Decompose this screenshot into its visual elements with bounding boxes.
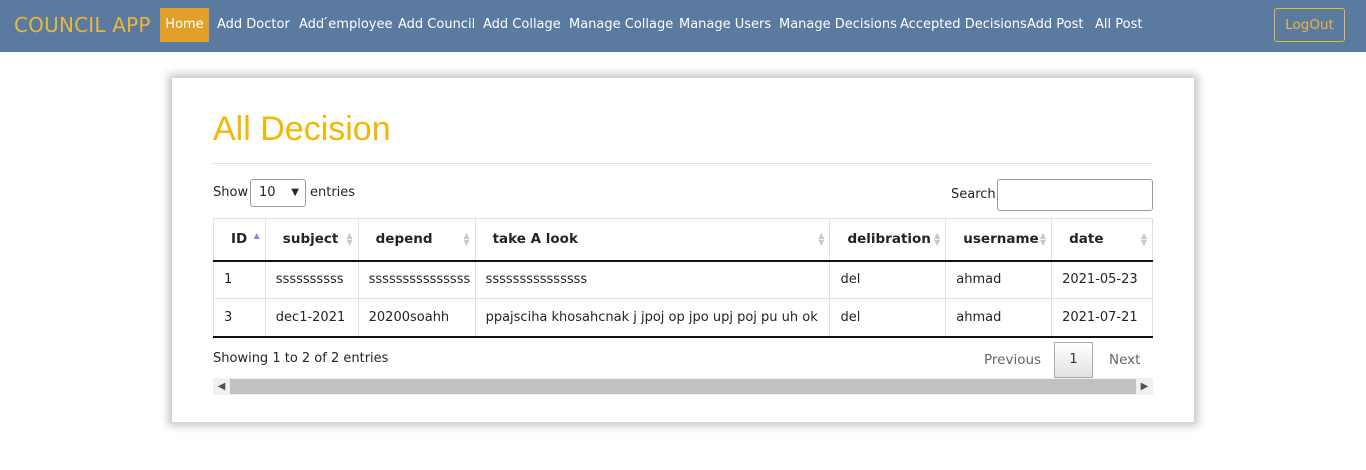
search-input[interactable] [997, 179, 1153, 211]
table-row: 1 ssssssssss sssssssssssssss sssssssssss… [213, 260, 1153, 299]
column-header-take-a-look[interactable]: take A look ▲ ▼ [474, 218, 831, 262]
cell-delibration: del [829, 298, 947, 338]
chevron-down-icon: ▼ [291, 187, 299, 198]
cell-depend: sssssssssssssss [357, 260, 476, 299]
nav-manage-collage[interactable]: Manage Collage [562, 8, 680, 42]
decisions-card: All Decision Show 10 ▼ entries Search: I… [172, 78, 1194, 422]
column-header-label: subject [282, 231, 339, 248]
nav-add-council[interactable]: Add Council [391, 8, 482, 42]
column-header-delibration[interactable]: delibration ▲ ▼ [829, 218, 947, 262]
search-label: Search: [951, 187, 1001, 202]
table-row: 3 dec1-2021 20200soahh ppajsciha khosahc… [213, 298, 1153, 338]
nav-add-doctor[interactable]: Add Doctor [210, 8, 297, 42]
cell-date: 2021-07-21 [1051, 298, 1153, 338]
column-header-subject[interactable]: subject ▲ ▼ [264, 218, 359, 262]
column-header-date[interactable]: date ▲ ▼ [1051, 218, 1153, 262]
logout-button[interactable]: LogOut [1274, 8, 1345, 42]
nav-manage-decisions[interactable]: Manage Decisions [772, 8, 904, 42]
cell-username: ahmad [945, 260, 1053, 299]
cell-delibration: del [829, 260, 947, 299]
cell-depend: 20200soahh [357, 298, 476, 338]
next-page-button[interactable]: Next [1109, 352, 1140, 368]
column-header-label: take A look [492, 231, 578, 248]
sort-icon: ▲ ▼ [1039, 231, 1047, 247]
sort-icon: ▲ ▼ [818, 231, 825, 247]
sort-asc-icon: ▲ [253, 231, 260, 240]
nav-accepted-decisions[interactable]: Accepted Decisions [893, 8, 1034, 42]
decisions-table: ID ▲ subject ▲ ▼ depend ▲ ▼ take A look ▲ ▼ del… [213, 218, 1153, 338]
horizontal-scrollbar[interactable]: ◀ ▶ [213, 378, 1153, 395]
sort-icon: ▲ ▼ [463, 231, 470, 247]
column-header-depend[interactable]: depend ▲ ▼ [357, 218, 476, 262]
nav-all-post[interactable]: All Post [1088, 8, 1149, 42]
scroll-left-icon[interactable]: ◀ [213, 378, 230, 395]
table-header-row: ID ▲ subject ▲ ▼ depend ▲ ▼ take A look ▲ ▼ del… [213, 218, 1153, 262]
column-header-label: depend [375, 231, 433, 248]
sort-icon: ▲ ▼ [1140, 231, 1147, 247]
entries-label: entries [310, 185, 356, 200]
nav-add-employee[interactable]: Add ́employee [292, 8, 399, 42]
show-label: Show [213, 185, 249, 200]
scrollbar-thumb[interactable] [230, 379, 1136, 394]
cell-id: 3 [213, 298, 266, 338]
cell-id: 1 [213, 260, 266, 299]
page-title: All Decision [213, 110, 391, 148]
nav-manage-users[interactable]: Manage Users [672, 8, 778, 42]
entries-length-select[interactable]: 10 ▼ [250, 179, 306, 207]
column-header-label: username [963, 231, 1039, 248]
cell-username: ahmad [945, 298, 1053, 338]
nav-add-post[interactable]: Add Post [1020, 8, 1091, 42]
app-brand[interactable]: COUNCIL APP [14, 13, 151, 37]
sort-icon: ▲ ▼ [346, 231, 353, 247]
cell-take-a-look: ppajsciha khosahcnak j jpoj op jpo upj p… [474, 298, 831, 338]
column-header-label: ID [231, 231, 248, 248]
cell-take-a-look: sssssssssssssss [474, 260, 831, 299]
cell-subject: dec1-2021 [264, 298, 359, 338]
title-divider [213, 163, 1153, 164]
column-header-username[interactable]: username ▲ ▼ [945, 218, 1053, 262]
length-value: 10 [259, 185, 276, 200]
column-header-label: delibration [847, 231, 931, 248]
cell-subject: ssssssssss [264, 260, 359, 299]
cell-date: 2021-05-23 [1051, 260, 1153, 299]
previous-page-button[interactable]: Previous [984, 352, 1041, 368]
nav-home[interactable]: Home [160, 8, 209, 42]
page-1-button[interactable]: 1 [1054, 342, 1093, 378]
nav-add-collage[interactable]: Add Collage [476, 8, 568, 42]
column-header-id[interactable]: ID ▲ [213, 218, 266, 262]
column-header-label: date [1069, 231, 1104, 248]
sort-icon: ▲ ▼ [934, 231, 941, 247]
top-navbar: COUNCIL APP Home Add Doctor Add ́employe… [0, 0, 1366, 52]
table-info: Showing 1 to 2 of 2 entries [213, 351, 389, 366]
scroll-right-icon[interactable]: ▶ [1136, 378, 1153, 395]
